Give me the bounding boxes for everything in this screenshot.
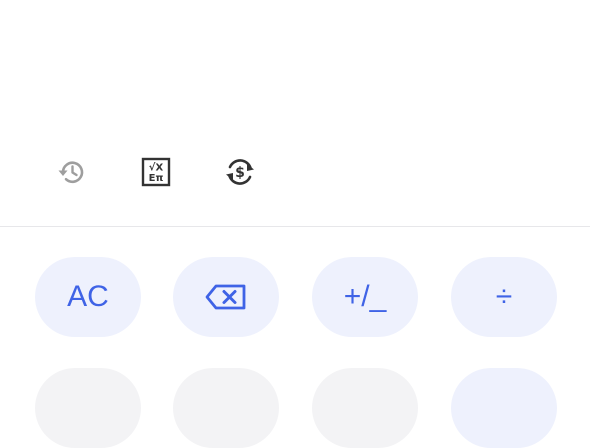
backspace-button[interactable] — [173, 257, 279, 337]
calculator-toolbar: √X Eπ $ — [0, 140, 590, 226]
history-button[interactable] — [51, 154, 91, 194]
keypad-key-row2-col4[interactable] — [451, 368, 557, 448]
clear-all-button[interactable]: AC — [35, 257, 141, 337]
divide-button[interactable]: ÷ — [451, 257, 557, 337]
plus-minus-label: +/_ — [343, 280, 387, 313]
keypad-key-row2-col2[interactable] — [173, 368, 279, 448]
divide-label: ÷ — [495, 280, 513, 313]
backspace-icon — [204, 283, 248, 311]
currency-converter-icon: $ — [223, 155, 257, 194]
currency-glyph: $ — [235, 165, 245, 181]
scientific-glyph-top: √X — [149, 161, 164, 173]
scientific-glyph-bottom: Eπ — [149, 173, 164, 184]
clear-all-label: AC — [67, 280, 109, 313]
currency-converter-button[interactable]: $ — [220, 154, 260, 194]
keypad-key-row2-col3[interactable] — [312, 368, 418, 448]
display-area — [0, 0, 590, 140]
scientific-functions-icon: √X Eπ — [140, 156, 172, 193]
history-icon — [54, 155, 88, 194]
plus-minus-button[interactable]: +/_ — [312, 257, 418, 337]
scientific-mode-button[interactable]: √X Eπ — [136, 154, 176, 194]
toolbar-divider — [0, 226, 590, 227]
keypad-key-row2-col1[interactable] — [35, 368, 141, 448]
